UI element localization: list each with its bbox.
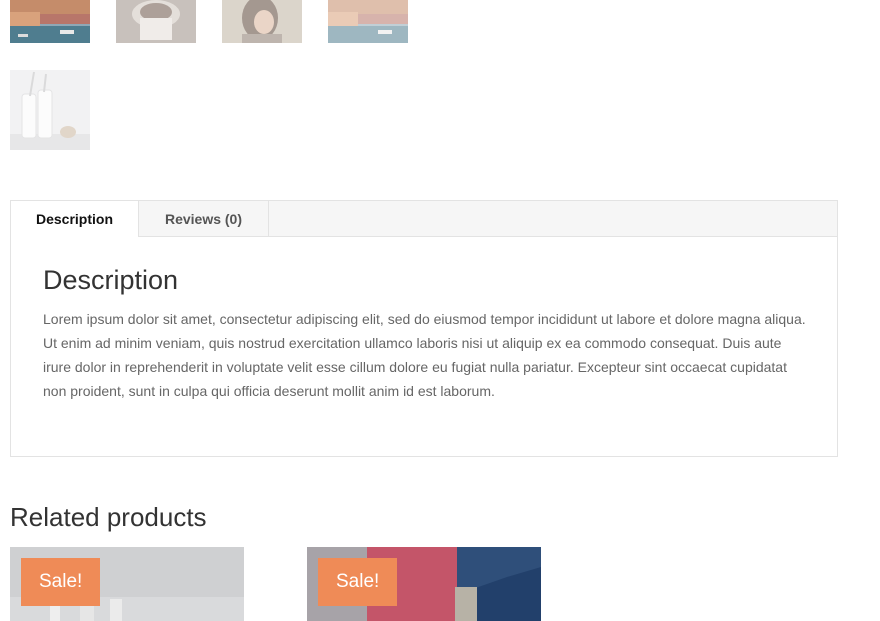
description-text: Lorem ipsum dolor sit amet, consectetur … (43, 311, 806, 399)
tab-bar: Description Reviews (0) (11, 201, 837, 237)
gallery-thumbnail-coffee-cup[interactable] (116, 0, 196, 43)
related-products-heading: Related products (10, 502, 207, 532)
coffee-cup-image (116, 0, 196, 43)
city-harbor-image (10, 0, 90, 43)
gallery-thumbnail-woman-portrait[interactable] (222, 0, 302, 43)
related-product-card[interactable]: Sale! (307, 547, 541, 621)
description-heading: Description (43, 265, 179, 295)
sale-badge: Sale! (21, 558, 101, 606)
product-tabs: Description Reviews (0) Description Lore… (10, 200, 838, 457)
gallery-thumbnail-city-harbor-2[interactable] (328, 0, 408, 43)
tab-description[interactable]: Description (11, 201, 139, 237)
sale-badge: Sale! (318, 558, 398, 606)
woman-portrait-image (222, 0, 302, 43)
city-harbor-image (328, 0, 408, 43)
related-product-card[interactable]: Sale! (10, 547, 244, 621)
milk-bottles-image (10, 70, 90, 150)
gallery-thumbnail-milk-bottles[interactable] (10, 70, 90, 150)
gallery-thumbnail-city-harbor[interactable] (10, 0, 90, 43)
tab-reviews[interactable]: Reviews (0) (139, 201, 269, 237)
description-panel: Description Lorem ipsum dolor sit amet, … (43, 263, 813, 403)
